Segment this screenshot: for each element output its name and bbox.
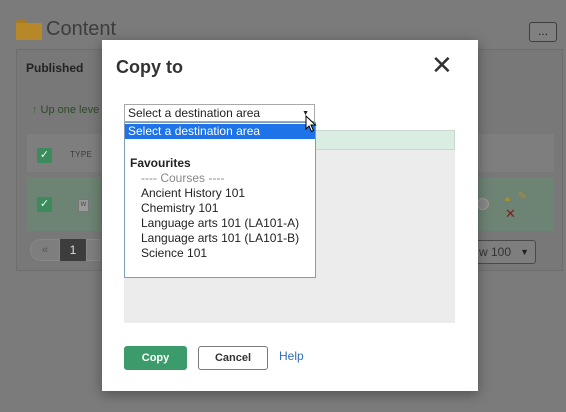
delete-icon[interactable]: ✕ xyxy=(505,206,516,222)
option-language-arts-101-b[interactable]: Language arts 101 (LA101-B) xyxy=(125,231,315,246)
pagination-current-page[interactable]: 1 xyxy=(60,239,86,261)
up-one-level-link[interactable]: ↑ Up one leve xyxy=(32,104,99,116)
row-radio[interactable] xyxy=(477,198,489,210)
up-one-level-label: Up one leve xyxy=(40,104,100,116)
select-all-checkbox[interactable]: ✓ xyxy=(37,148,52,163)
folder-icon xyxy=(16,19,42,40)
option-chemistry-101[interactable]: Chemistry 101 xyxy=(125,201,315,216)
destination-select-value: Select a destination area xyxy=(128,106,261,120)
dialog-title: Copy to xyxy=(116,57,183,77)
type-column-header: TYPE xyxy=(70,150,93,159)
pagination: « 1 xyxy=(30,239,100,261)
optgroup-favourites: Favourites xyxy=(130,156,191,170)
option-ancient-history-101[interactable]: Ancient History 101 xyxy=(125,186,315,201)
destination-dropdown-list[interactable]: Select a destination area Favourites ---… xyxy=(124,122,316,278)
option-science-101[interactable]: Science 101 xyxy=(125,246,315,261)
copy-button[interactable]: Copy xyxy=(124,346,187,370)
mouse-pointer-icon xyxy=(305,115,317,133)
tab-published[interactable]: Published xyxy=(26,61,83,75)
option-language-arts-101-a[interactable]: Language arts 101 (LA101-A) xyxy=(125,216,315,231)
more-options-button[interactable]: ... xyxy=(529,22,557,42)
up-arrow-icon: ↑ xyxy=(32,104,38,116)
cancel-button[interactable]: Cancel xyxy=(198,346,268,370)
pagination-next-button[interactable] xyxy=(86,239,100,261)
destination-select[interactable]: Select a destination area ▼ xyxy=(124,104,315,122)
row-checkbox[interactable]: ✓ xyxy=(37,197,52,212)
chevron-down-icon: ▼ xyxy=(520,247,529,257)
pagination-prev-button[interactable]: « xyxy=(30,239,60,261)
lock-icon[interactable]: 🔒︎ xyxy=(505,193,510,204)
option-select-destination[interactable]: Select a destination area xyxy=(125,124,315,139)
document-icon: W xyxy=(78,199,89,212)
copy-to-dialog: Copy to ✕ Select a destination area ▼ Se… xyxy=(102,40,478,391)
help-link[interactable]: Help xyxy=(279,349,304,363)
page-title: Content xyxy=(46,18,117,40)
option-courses-subheading: ---- Courses ---- xyxy=(141,171,225,185)
per-page-value: w 100 xyxy=(479,245,512,259)
pencil-icon[interactable]: ✎ xyxy=(518,191,526,202)
per-page-select[interactable]: w 100 ▼ xyxy=(476,240,536,264)
close-icon[interactable]: ✕ xyxy=(431,52,453,78)
page-header: Content xyxy=(16,18,116,41)
